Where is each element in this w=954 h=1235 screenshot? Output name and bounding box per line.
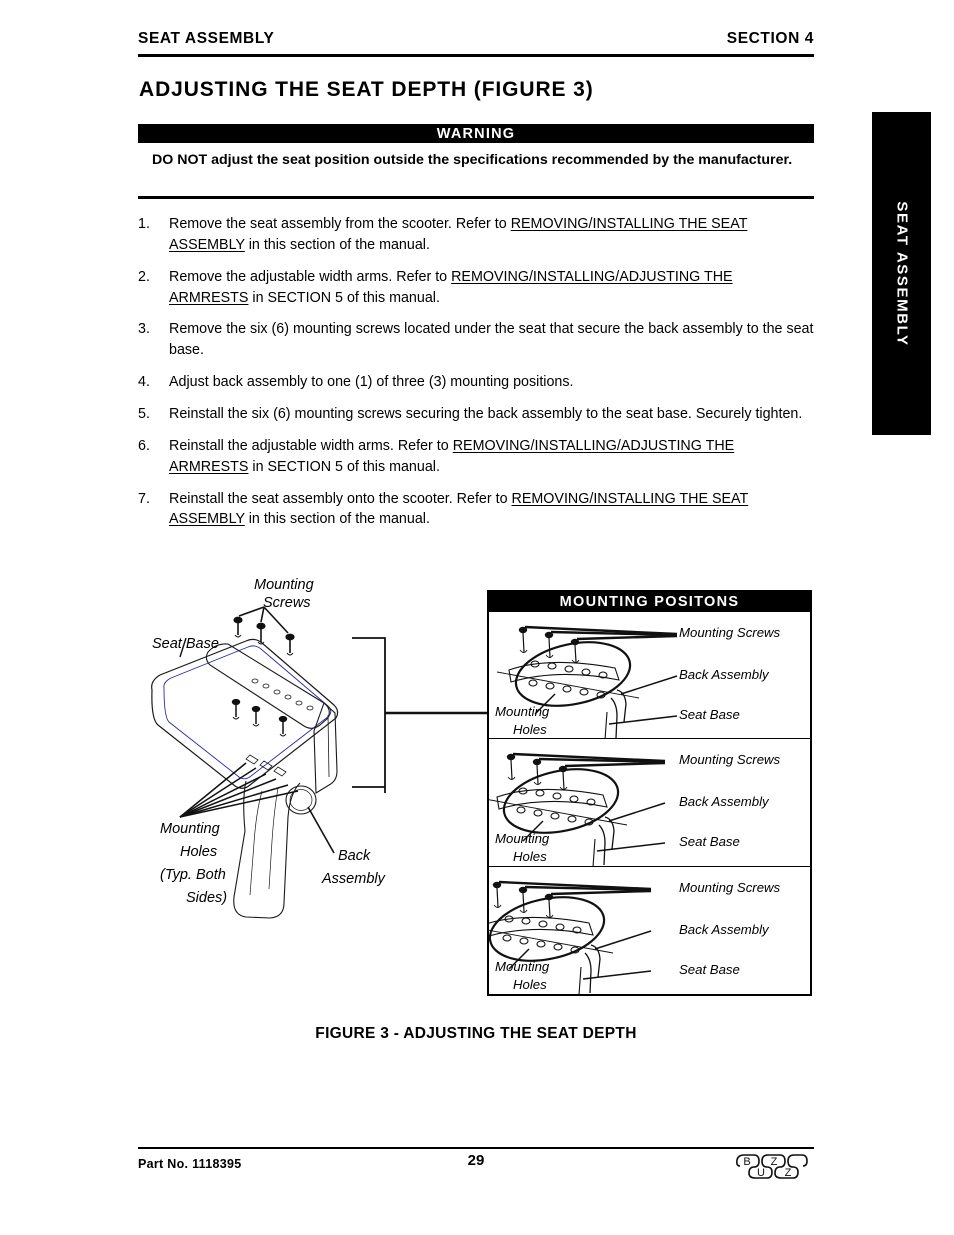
panel-label-back-assembly: Back Assembly bbox=[679, 794, 769, 810]
step-text-fragment: in SECTION 5 of this manual. bbox=[248, 289, 440, 306]
procedure-step: 1. Remove the seat assembly from the scoo… bbox=[138, 214, 814, 256]
figure-3: Seat Base Mounting Screws Mounting Holes… bbox=[138, 577, 814, 1005]
buzz-logo-letter-z2: Z bbox=[785, 1167, 792, 1179]
label-back-assembly-line2: Assembly bbox=[322, 871, 385, 887]
screw-lower-2 bbox=[251, 705, 261, 727]
panel-label-mounting-holes-2: Holes bbox=[513, 976, 547, 992]
step-number: 1. bbox=[138, 216, 150, 232]
label-mounting-screws-line2: Screws bbox=[263, 595, 311, 611]
panel-label-mounting-holes-2: Holes bbox=[513, 722, 547, 737]
label-mounting-holes-line2: Holes bbox=[180, 844, 218, 860]
mounting-positions-panels: Mounting Screws Back Assembly Seat Base Mou… bbox=[489, 612, 810, 994]
step-text-fragment: Reinstall the seat assembly onto the sco… bbox=[169, 490, 512, 507]
page-header: SEAT ASSEMBLY SECTION 4 bbox=[138, 30, 814, 48]
screw-upper-1 bbox=[233, 616, 243, 638]
warning-text-rest: adjust the seat position outside the spe… bbox=[207, 152, 793, 168]
figure-caption: FIGURE 3 - ADJUSTING THE SEAT DEPTH bbox=[315, 1025, 637, 1042]
procedure-step: 4. Adjust back assembly to one (1) of thr… bbox=[138, 372, 814, 393]
side-tab-label: SEAT ASSEMBLY bbox=[893, 200, 910, 347]
buzz-logo-letter-b: B bbox=[743, 1156, 750, 1168]
footer-divider bbox=[138, 1147, 814, 1149]
mounting-positions-title: MOUNTING POSITONS bbox=[489, 592, 810, 612]
step-number: 6. bbox=[138, 437, 150, 454]
step-text: Remove the six (6) mounting screws locat… bbox=[169, 319, 814, 361]
panel-label-back-assembly: Back Assembly bbox=[679, 921, 769, 937]
panel-label-mounting-holes-1: Mounting bbox=[495, 958, 550, 974]
panel-label-mounting-screws: Mounting Screws bbox=[679, 752, 781, 768]
header-section-name: SEAT ASSEMBLY bbox=[138, 30, 275, 47]
buzz-logo-mark: B U Z Z bbox=[736, 1154, 808, 1179]
panel-label-back-assembly: Back Assembly bbox=[679, 667, 769, 682]
procedure-step: 5. Reinstall the six (6) mounting screws … bbox=[138, 404, 814, 425]
panel-label-mounting-holes-1: Mounting bbox=[495, 831, 550, 847]
step-text: Reinstall the adjustable width arms. Ref… bbox=[169, 436, 814, 478]
buzz-logo-letter-z1: Z bbox=[771, 1156, 778, 1168]
warning-text: DO NOT adjust the seat position outside … bbox=[152, 150, 802, 171]
procedure-step: 3. Remove the six (6) mounting screws loc… bbox=[138, 319, 814, 361]
warning-banner: WARNING bbox=[138, 124, 814, 143]
step-text-fragment: Remove the six (6) mounting screws locat… bbox=[169, 321, 814, 359]
buzz-logo-letter-u: U bbox=[757, 1167, 765, 1179]
seat-exploded-diagram: Seat Base Mounting Screws Mounting Holes… bbox=[138, 577, 488, 965]
warning-text-emphasis: DO NOT bbox=[152, 152, 208, 168]
warning-bottom-divider bbox=[138, 196, 814, 199]
panel-label-seat-base: Seat Base bbox=[679, 961, 740, 977]
step-text-fragment: Remove the adjustable width arms. Refer … bbox=[169, 268, 452, 285]
label-seat-base: Seat Base bbox=[152, 636, 219, 652]
step-text-fragment: Remove the seat assembly from the scoote… bbox=[169, 216, 511, 232]
procedure-steps: 1. Remove the seat assembly from the scoo… bbox=[138, 214, 814, 541]
page-title: ADJUSTING THE SEAT DEPTH (FIGURE 3) bbox=[139, 78, 594, 101]
step-text-fragment: Reinstall the six (6) mounting screws se… bbox=[169, 406, 803, 423]
side-tab-seat-assembly: SEAT ASSEMBLY bbox=[872, 112, 931, 435]
header-divider bbox=[138, 54, 814, 57]
step-text: Reinstall the seat assembly onto the sco… bbox=[169, 489, 814, 531]
header-section-number: SECTION 4 bbox=[726, 30, 814, 47]
screw-lower-3 bbox=[278, 715, 288, 737]
label-back-assembly-line1: Back bbox=[338, 848, 371, 864]
mounting-positions-box: MOUNTING POSITONS Mounting Screws Back A… bbox=[487, 590, 812, 996]
mounting-position-panel: Mounting Screws Back Assembly Seat Base Mou… bbox=[489, 867, 810, 994]
procedure-step: 2. Remove the adjustable width arms. Refe… bbox=[138, 267, 814, 309]
panel-label-seat-base: Seat Base bbox=[679, 707, 740, 722]
step-number: 7. bbox=[138, 490, 150, 507]
panel-label-mounting-screws: Mounting Screws bbox=[679, 879, 781, 895]
panel-label-mounting-screws: Mounting Screws bbox=[679, 625, 781, 640]
step-text: Remove the seat assembly from the scoote… bbox=[169, 214, 814, 256]
step-text-fragment: in this section of the manual. bbox=[244, 511, 430, 528]
label-mounting-holes-line1: Mounting bbox=[160, 821, 220, 837]
step-number: 2. bbox=[138, 268, 150, 285]
step-number: 4. bbox=[138, 374, 150, 391]
step-text: Remove the adjustable width arms. Refer … bbox=[169, 267, 814, 309]
screw-lower-1 bbox=[231, 698, 241, 720]
mounting-positions-title-text: MOUNTING POSITONS bbox=[559, 594, 740, 610]
step-text-fragment: Reinstall the adjustable width arms. Ref… bbox=[169, 437, 453, 454]
procedure-step: 6. Reinstall the adjustable width arms. R… bbox=[138, 436, 814, 478]
step-number: 3. bbox=[138, 321, 150, 338]
panel-label-mounting-holes-2: Holes bbox=[513, 849, 547, 865]
step-text-fragment: in this section of the manual. bbox=[244, 236, 430, 253]
panel-label-seat-base: Seat Base bbox=[679, 834, 740, 850]
warning-banner-label: WARNING bbox=[436, 125, 516, 142]
mounting-position-panel: Mounting Screws Back Assembly Seat Base Mou… bbox=[489, 739, 810, 867]
footer-page-number: 29 bbox=[467, 1152, 485, 1169]
panel-label-mounting-holes-1: Mounting bbox=[495, 704, 550, 719]
manual-page: SEAT ASSEMBLY SECTION 4 ADJUSTING THE SE… bbox=[0, 0, 954, 1235]
label-mounting-holes-line3: (Typ. Both bbox=[160, 867, 226, 883]
screw-upper-3 bbox=[285, 633, 295, 656]
label-mounting-holes-line4: Sides) bbox=[186, 890, 228, 906]
buzz-logo: B U Z Z bbox=[734, 1152, 814, 1180]
step-text: Reinstall the six (6) mounting screws se… bbox=[169, 404, 814, 425]
mounting-position-panel: Mounting Screws Back Assembly Seat Base Mou… bbox=[489, 612, 810, 740]
step-text-fragment: in SECTION 5 of this manual. bbox=[248, 458, 440, 475]
procedure-step: 7. Reinstall the seat assembly onto the s… bbox=[138, 489, 814, 531]
label-mounting-screws-line1: Mounting bbox=[254, 577, 314, 593]
step-text-fragment: Adjust back assembly to one (1) of three… bbox=[169, 374, 574, 391]
step-number: 5. bbox=[138, 406, 150, 423]
step-text: Adjust back assembly to one (1) of three… bbox=[169, 372, 814, 393]
